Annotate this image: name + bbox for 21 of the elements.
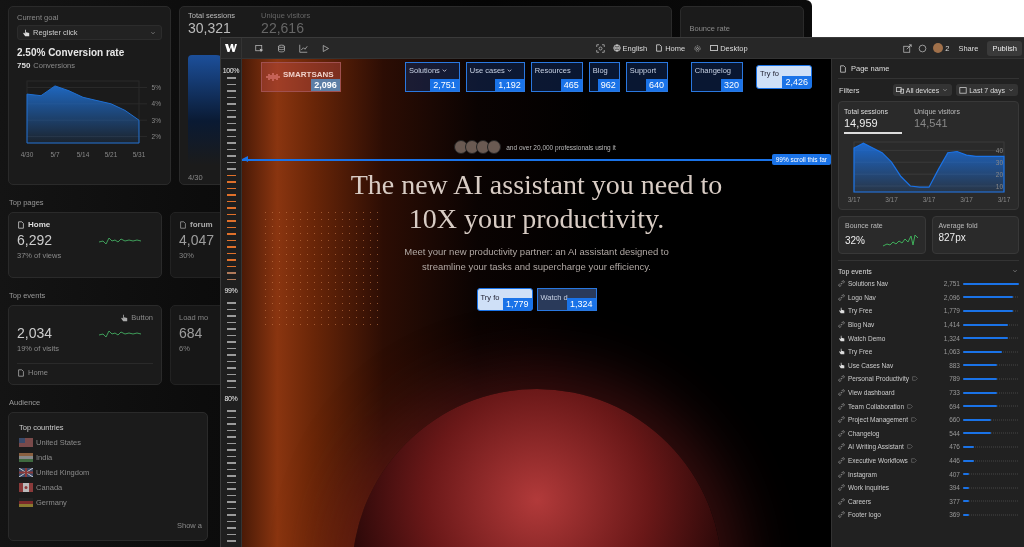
hero-subheading: Meet your new productivity partner: an AI assistant designed to streamline your tasks and supercharge your efficiency. xyxy=(403,245,670,274)
click-count-badge: 1,779 xyxy=(502,298,532,310)
event-count: 2,034 xyxy=(17,325,53,341)
stat-value: 827px xyxy=(938,232,966,243)
click-count-badge: 962 xyxy=(597,79,619,91)
hero-heading: The new AI assistant you need to 10X your productivity. xyxy=(349,168,724,236)
click-count-badge: 2,096 xyxy=(311,79,340,91)
conversion-rate: 2.50% Conversion rate xyxy=(17,47,126,58)
click-count-badge: 1,324 xyxy=(566,298,596,310)
click-count-badge: 2,751 xyxy=(430,79,459,91)
click-count-badge: 320 xyxy=(720,79,742,91)
conversions-count: 750 xyxy=(17,61,31,70)
click-count-badge: 640 xyxy=(646,79,667,91)
stat-value: 32% xyxy=(845,234,865,246)
page-views: 4,047 xyxy=(179,232,215,248)
event-count: 684 xyxy=(179,325,203,341)
click-count-badge: 2,426 xyxy=(782,76,811,88)
site-logo[interactable]: SMARTSANS 2,096 xyxy=(261,62,341,92)
click-count-badge: 1,192 xyxy=(495,79,524,91)
page-views: 6,292 xyxy=(17,232,53,248)
click-count-badge: 465 xyxy=(560,79,582,91)
